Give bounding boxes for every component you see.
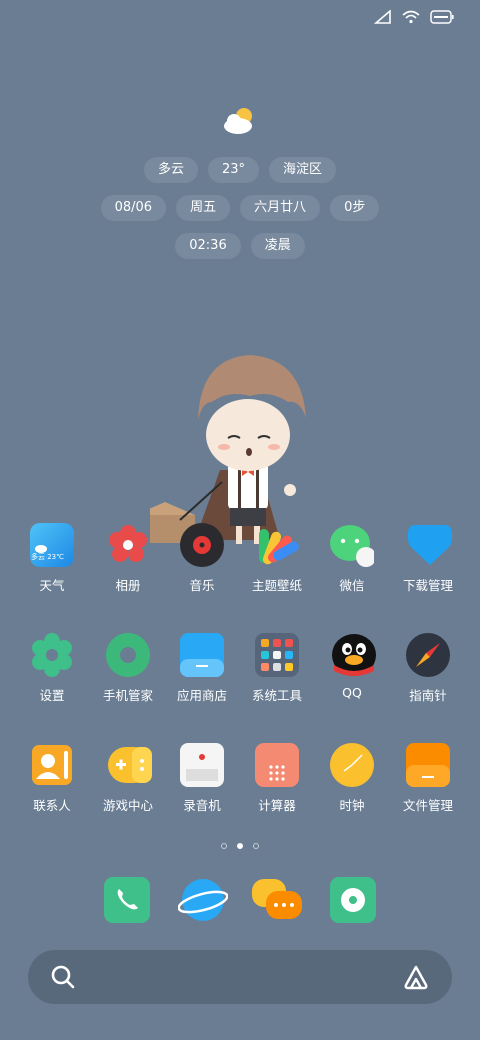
page-dot-active[interactable]	[237, 843, 243, 849]
search-bar[interactable]	[28, 950, 452, 1004]
wallpaper-character	[150, 355, 306, 544]
game-center-icon	[106, 743, 152, 787]
app-row-1: 多云 23℃ 天气 相册 音乐 主题壁纸 微信 下载管理	[0, 523, 480, 613]
dock-browser[interactable]	[177, 877, 229, 923]
app-label: 联系人	[33, 798, 71, 813]
app-store[interactable]: 应用商店	[162, 633, 242, 704]
page-dot[interactable]	[221, 843, 227, 849]
app-gallery[interactable]: 相册	[88, 523, 168, 594]
dock-messages[interactable]	[252, 877, 302, 923]
compass-icon	[406, 633, 450, 677]
contacts-icon	[30, 743, 74, 787]
weather-row-3: 02:36 凌晨	[0, 233, 480, 259]
app-label: 手机管家	[102, 688, 153, 703]
wechat-icon	[330, 523, 376, 567]
calculator-icon	[255, 743, 299, 787]
app-store-icon	[180, 633, 224, 677]
dock-phone[interactable]	[104, 877, 150, 923]
battery-icon	[430, 10, 454, 24]
weather-row-1: 多云 23° 海淀区	[0, 157, 480, 183]
downloads-icon	[406, 523, 452, 567]
app-label: 系统工具	[251, 688, 302, 703]
gallery-icon	[106, 523, 150, 567]
app-file-manager[interactable]: 文件管理	[388, 743, 468, 814]
app-label: 文件管理	[402, 798, 453, 813]
app-qq[interactable]: QQ	[312, 633, 392, 700]
app-label: 微信	[339, 578, 365, 593]
weather-condition: 多云	[143, 157, 198, 183]
weather-location: 海淀区	[269, 157, 337, 183]
date-chip: 08/06	[100, 195, 167, 221]
weekday-chip: 周五	[176, 195, 231, 221]
app-music[interactable]: 音乐	[162, 523, 242, 594]
lunar-date-chip: 六月廿八	[240, 195, 321, 221]
app-compass[interactable]: 指南针	[388, 633, 468, 704]
app-weather[interactable]: 多云 23℃ 天气	[12, 523, 92, 594]
app-settings[interactable]: 设置	[12, 633, 92, 704]
app-label: 天气	[39, 578, 65, 593]
phone-icon	[104, 877, 150, 923]
page-dot[interactable]	[253, 843, 259, 849]
partly-cloudy-icon	[224, 108, 252, 134]
app-label: QQ	[342, 685, 362, 700]
recorder-icon	[180, 743, 224, 787]
app-label: 应用商店	[176, 688, 227, 703]
status-bar	[374, 10, 454, 24]
app-wechat[interactable]: 微信	[312, 523, 392, 594]
browser-icon	[177, 879, 229, 921]
app-game-center[interactable]: 游戏中心	[88, 743, 168, 814]
app-label: 指南针	[409, 688, 447, 703]
app-contacts[interactable]: 联系人	[12, 743, 92, 814]
music-player-icon	[330, 877, 376, 923]
app-themes[interactable]: 主题壁纸	[237, 523, 317, 594]
app-calculator[interactable]: 计算器	[237, 743, 317, 814]
app-label: 计算器	[258, 798, 296, 813]
search-icon[interactable]	[50, 964, 76, 990]
weather-temperature: 23°	[207, 157, 260, 183]
period-chip: 凌晨	[250, 233, 305, 259]
time-chip: 02:36	[175, 233, 241, 259]
app-label: 音乐	[189, 578, 215, 593]
assistant-icon[interactable]	[402, 963, 430, 991]
app-label: 时钟	[339, 798, 365, 813]
app-clock[interactable]: 时钟	[312, 743, 392, 814]
qq-icon	[330, 633, 376, 677]
music-icon	[180, 523, 224, 567]
app-label: 录音机	[183, 798, 221, 813]
page-indicator	[0, 843, 480, 849]
steps-chip: 0步	[330, 195, 380, 221]
signal-icon	[374, 10, 391, 24]
dock-music-player[interactable]	[330, 877, 376, 923]
app-system-tools[interactable]: 系统工具	[237, 633, 317, 704]
app-label: 主题壁纸	[251, 578, 302, 593]
app-security[interactable]: 手机管家	[88, 633, 168, 704]
app-row-2: 设置 手机管家 应用商店 系统工具 QQ 指南针	[0, 633, 480, 723]
weather-row-2: 08/06 周五 六月廿八 0步	[0, 195, 480, 221]
security-icon	[106, 633, 150, 677]
app-row-3: 联系人 游戏中心 录音机 计算器 时钟 文件管理	[0, 743, 480, 833]
app-downloads[interactable]: 下载管理	[388, 523, 468, 594]
settings-icon	[30, 633, 74, 677]
app-recorder[interactable]: 录音机	[162, 743, 242, 814]
weather-app-badge: 多云 23℃	[31, 553, 64, 561]
app-label: 设置	[39, 688, 65, 703]
app-label: 下载管理	[402, 578, 453, 593]
system-tools-folder-icon	[255, 633, 299, 677]
themes-icon	[255, 523, 299, 567]
app-label: 相册	[115, 578, 141, 593]
weather-app-icon: 多云 23℃	[30, 523, 74, 567]
wifi-icon	[402, 10, 420, 24]
messages-icon	[252, 879, 302, 919]
clock-icon	[330, 743, 374, 787]
app-label: 游戏中心	[102, 798, 153, 813]
file-manager-icon	[406, 743, 450, 787]
